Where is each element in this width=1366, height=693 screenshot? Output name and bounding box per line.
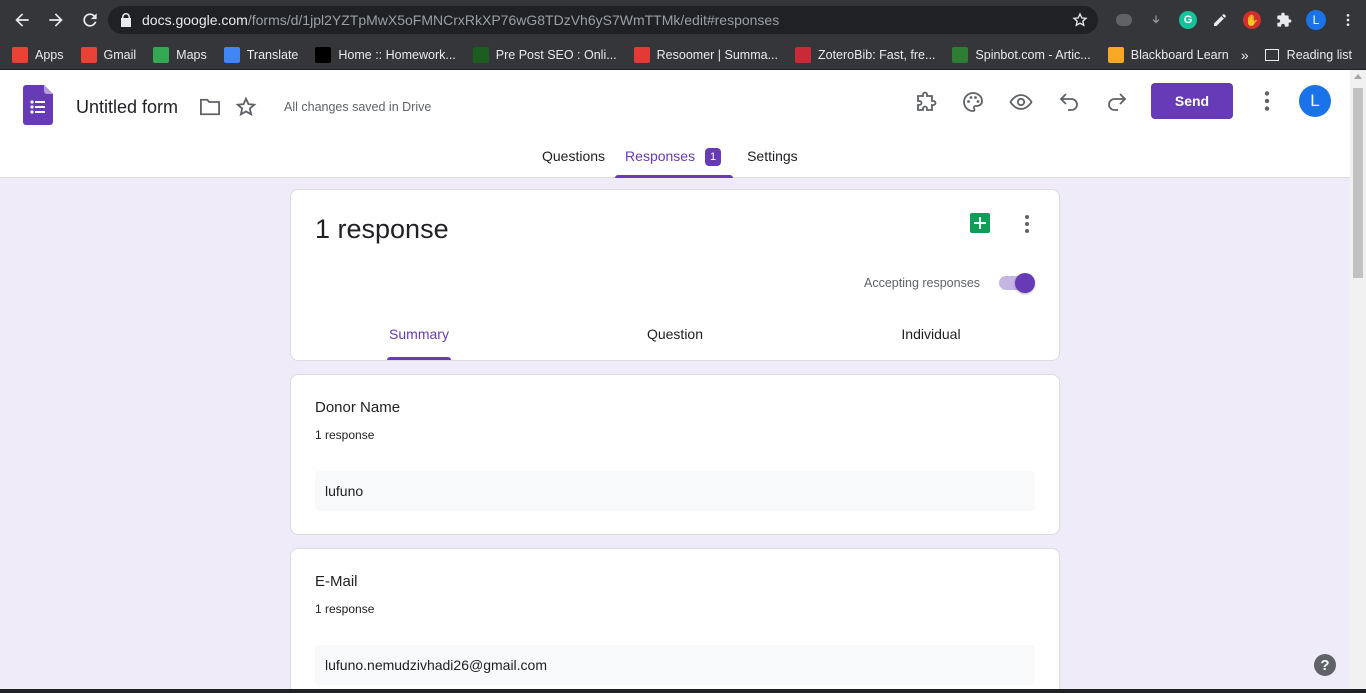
spinbot-icon <box>952 46 969 63</box>
translate-icon <box>223 46 240 63</box>
prepostseo-icon <box>472 46 489 63</box>
form-title[interactable]: Untitled form <box>76 97 178 118</box>
bookmark-prepostseo[interactable]: Pre Post SEO : Onli... <box>472 46 617 63</box>
address-bar[interactable]: docs.google.com/forms/d/1jpl2YZTpMwX5oFM… <box>108 6 1098 34</box>
bookmark-label: Spinbot.com - Artic... <box>975 47 1091 62</box>
bookmark-label: Home :: Homework... <box>338 47 456 62</box>
tab-settings[interactable]: Settings <box>733 148 810 178</box>
bookmark-zotero[interactable]: ZoteroBib: Fast, fre... <box>795 46 936 63</box>
pen-icon[interactable] <box>1204 6 1236 34</box>
question-card-donor-name: Donor Name 1 response lufuno <box>290 374 1060 535</box>
bookmark-spinbot[interactable]: Spinbot.com - Artic... <box>952 46 1091 63</box>
question-title: E-Mail <box>315 573 358 590</box>
answer-item: lufuno <box>315 471 1035 511</box>
homework-icon <box>315 46 332 63</box>
response-view-tabs: Summary Question Individual <box>291 320 1059 360</box>
hand-blocker-icon[interactable]: ✋ <box>1236 6 1268 34</box>
more-bookmarks-icon[interactable]: » <box>1241 47 1249 63</box>
redo-icon[interactable] <box>1104 89 1130 115</box>
scroll-up-arrow-icon[interactable] <box>1354 74 1362 79</box>
page-scrollbar[interactable] <box>1350 70 1366 690</box>
question-response-count: 1 response <box>315 428 375 442</box>
bookmark-apps-grid[interactable]: Apps <box>12 46 64 63</box>
question-title: Donor Name <box>315 399 401 416</box>
accepting-responses-label: Accepting responses <box>864 276 981 290</box>
more-options-icon[interactable] <box>1254 88 1280 114</box>
google-forms-logo[interactable] <box>23 85 53 125</box>
url-path: /forms/d/1jpl2YZTpMwX5oFMNCrxRkXP76wG8TD… <box>247 12 780 28</box>
bookmark-resoomer[interactable]: Resoomer | Summa... <box>633 46 778 63</box>
taskbar-edge <box>0 689 1366 693</box>
bookmark-label: ZoteroBib: Fast, fre... <box>818 47 936 62</box>
save-status: All changes saved in Drive <box>284 100 432 114</box>
accepting-responses-toggle[interactable] <box>999 273 1035 293</box>
grammarly-icon[interactable]: G <box>1172 6 1204 34</box>
bookmark-maps-pin[interactable]: Maps <box>153 46 207 63</box>
browser-menu-icon[interactable] <box>1332 6 1364 34</box>
palette-icon[interactable] <box>960 89 986 115</box>
reading-list-label[interactable]: Reading list <box>1287 48 1352 62</box>
bookmark-label: Apps <box>35 47 64 62</box>
bookmark-star-icon[interactable] <box>1072 12 1088 28</box>
download-icon[interactable] <box>1140 6 1172 34</box>
blackboard-icon <box>1107 46 1124 63</box>
star-icon[interactable] <box>235 96 257 118</box>
tab-summary[interactable]: Summary <box>291 320 547 360</box>
responses-more-icon[interactable] <box>1015 212 1039 236</box>
tab-responses[interactable]: Responses 1 <box>615 148 734 178</box>
responses-count-badge: 1 <box>705 148 722 166</box>
bookmark-label: Gmail <box>103 47 137 62</box>
account-avatar[interactable]: L <box>1299 85 1331 117</box>
preview-eye-icon[interactable] <box>1008 89 1034 115</box>
back-arrow-icon[interactable] <box>6 4 38 36</box>
bookmark-label: Maps <box>176 47 207 62</box>
reload-icon[interactable] <box>74 4 106 36</box>
gmail-icon <box>80 46 97 63</box>
profile-avatar[interactable]: L <box>1300 6 1332 34</box>
tab-questions[interactable]: Questions <box>530 148 617 178</box>
scrollbar-thumb[interactable] <box>1353 88 1363 278</box>
bookmark-blackboard[interactable]: Blackboard Learn <box>1107 46 1229 63</box>
help-icon[interactable]: ? <box>1314 654 1336 676</box>
bookmark-homework[interactable]: Home :: Homework... <box>315 46 456 63</box>
addons-puzzle-icon[interactable] <box>912 89 938 115</box>
question-card-email: E-Mail 1 response lufuno.nemudzivhadi26@… <box>290 548 1060 693</box>
undo-icon[interactable] <box>1056 89 1082 115</box>
bookmarks-right: » Reading list <box>1241 40 1352 70</box>
sheets-icon[interactable] <box>970 213 990 233</box>
lock-icon <box>121 13 131 27</box>
question-response-count: 1 response <box>315 602 375 616</box>
puzzle-extensions-icon[interactable] <box>1268 6 1300 34</box>
response-count-title: 1 response <box>315 214 449 244</box>
answer-item: lufuno.nemudzivhadi26@gmail.com <box>315 645 1035 685</box>
extension-cloud-icon[interactable] <box>1108 6 1140 34</box>
reading-list-icon[interactable] <box>1264 49 1279 61</box>
bookmark-gmail[interactable]: Gmail <box>80 46 137 63</box>
forms-header: Untitled form All changes saved in Drive… <box>0 70 1350 178</box>
apps-grid-icon <box>12 46 28 63</box>
folder-icon[interactable] <box>199 97 221 117</box>
form-tabs: Questions Responses 1 Settings <box>530 148 810 178</box>
bookmark-label: Resoomer | Summa... <box>656 47 778 62</box>
resoomer-icon <box>633 46 650 63</box>
extensions-bar: G ✋ L <box>1108 6 1364 34</box>
bookmark-label: Pre Post SEO : Onli... <box>495 47 617 62</box>
responses-summary-card: 1 response Accepting responses Summary Q… <box>290 189 1060 361</box>
tab-individual[interactable]: Individual <box>803 320 1059 360</box>
bookmarks-bar: Apps Gmail Maps Translate Home :: Homework..… <box>0 40 1366 70</box>
bookmark-label: Blackboard Learn <box>1130 47 1229 62</box>
send-button[interactable]: Send <box>1151 83 1233 119</box>
bookmark-label: Translate <box>246 47 299 62</box>
tab-question[interactable]: Question <box>547 320 803 360</box>
bookmark-translate[interactable]: Translate <box>223 46 299 63</box>
forward-arrow-icon[interactable] <box>40 4 72 36</box>
zotero-icon <box>795 46 811 63</box>
maps-pin-icon <box>153 46 170 63</box>
url-host: docs.google.com <box>142 12 248 28</box>
